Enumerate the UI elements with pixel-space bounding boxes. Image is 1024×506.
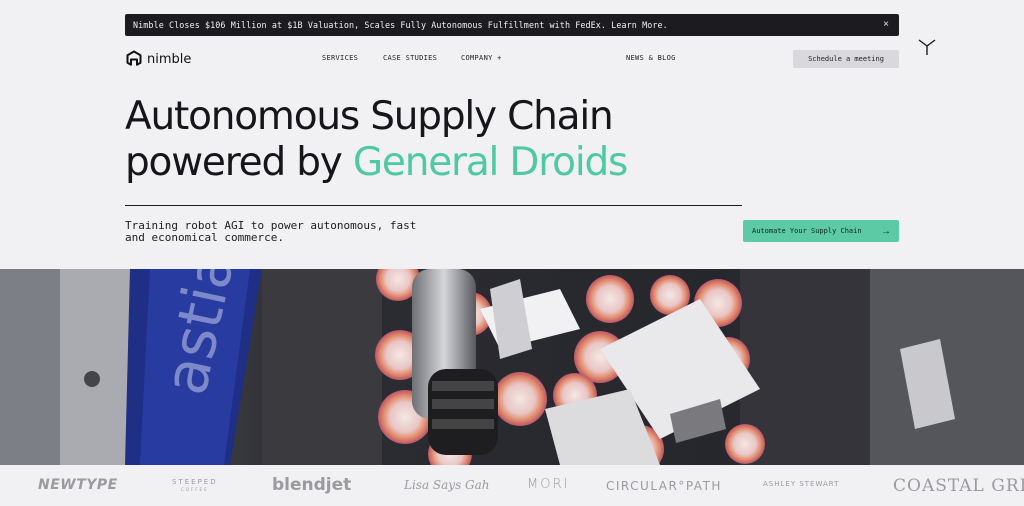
partner-coastal-grl: COASTAL GRL <box>893 476 1024 496</box>
hero-title: Autonomous Supply Chain powered by Gener… <box>125 94 628 186</box>
partner-mori: MORI <box>527 477 570 492</box>
partner-steeped: STEEPED COFFEE <box>172 478 218 494</box>
brand-name: nimble <box>147 51 192 67</box>
partner-steeped-name: STEEPED <box>172 478 218 486</box>
hero-divider <box>125 205 742 206</box>
partner-steeped-sub: COFFEE <box>181 487 209 492</box>
partner-logos: NEWTYPE STEEPED COFFEE blendjet Lisa Say… <box>0 466 1024 506</box>
automate-supply-chain-button[interactable]: Automate Your Supply Chain → <box>743 220 899 242</box>
announcement-text[interactable]: Nimble Closes $106 Million at $1B Valuat… <box>133 20 668 30</box>
page: Nimble Closes $106 Million at $1B Valuat… <box>0 0 1024 506</box>
partner-circular-path: CIRCULAR°PATH <box>606 479 722 493</box>
hero-title-line1: Autonomous Supply Chain <box>125 94 614 139</box>
y-shaped-icon[interactable] <box>917 38 937 56</box>
nav-news-blog[interactable]: NEWS & BLOG <box>626 54 676 62</box>
partner-ashley-stewart: ASHLEY STEWART <box>763 480 840 488</box>
nimble-logo-icon <box>126 50 142 66</box>
close-icon[interactable]: × <box>883 20 889 30</box>
nav-case-studies[interactable]: CASE STUDIES <box>383 54 437 62</box>
partner-newtype: NEWTYPE <box>38 477 118 493</box>
nav-company[interactable]: COMPANY + <box>461 54 502 62</box>
partner-lisa-says-gah: Lisa Says Gah <box>404 478 490 492</box>
brand-logo[interactable]: nimble <box>125 50 191 68</box>
top-nav: nimble SERVICES CASE STUDIES COMPANY + N… <box>125 48 899 70</box>
announcement-bar[interactable]: Nimble Closes $106 Million at $1B Valuat… <box>125 14 899 36</box>
hero-subtitle: Training robot AGI to power autonomous, … <box>125 219 417 244</box>
hero-title-line2-prefix: powered by <box>125 140 353 185</box>
robot-picking-illustration: astia <box>0 269 1024 465</box>
cta-label: Automate Your Supply Chain <box>752 227 862 235</box>
hero-title-accent: General Droids <box>352 140 628 185</box>
hero-robot-image: astia <box>0 269 1024 465</box>
schedule-meeting-button[interactable]: Schedule a meeting <box>793 50 899 68</box>
nav-services[interactable]: SERVICES <box>322 54 358 62</box>
partner-blendjet: blendjet <box>272 475 352 495</box>
arrow-right-icon: → <box>881 225 891 237</box>
